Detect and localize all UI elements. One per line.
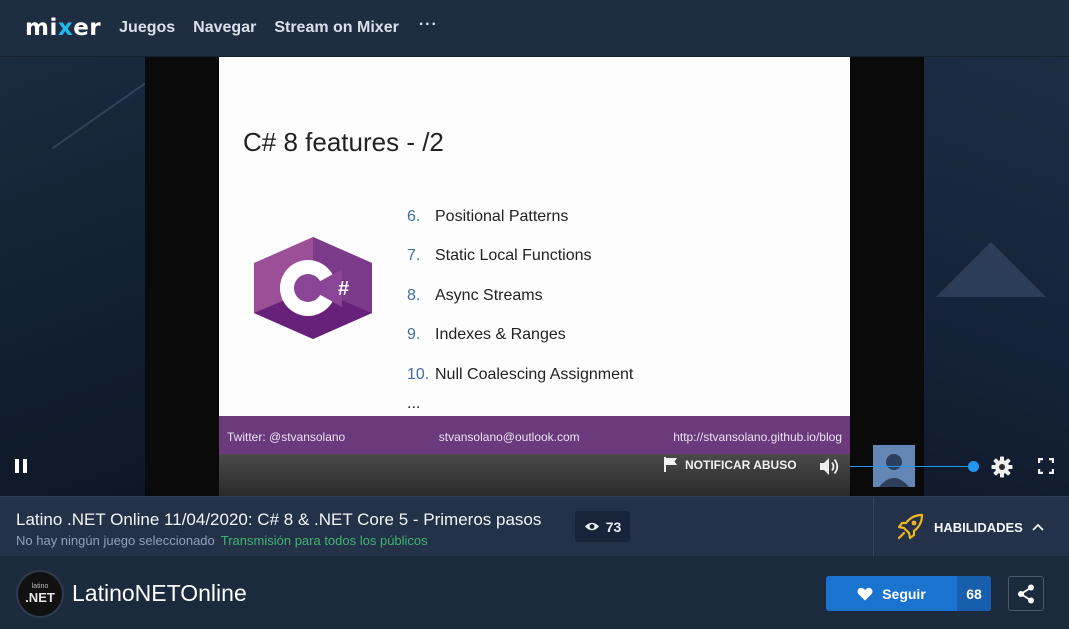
- nav-link-games[interactable]: Juegos: [119, 19, 175, 37]
- skills-label: HABILIDADES: [934, 519, 1023, 535]
- volume-slider-knob[interactable]: [968, 461, 979, 472]
- pause-icon[interactable]: [14, 459, 30, 473]
- gear-icon[interactable]: [991, 456, 1013, 478]
- feature-text: Static Local Functions: [435, 247, 592, 265]
- feature-item: 6. Positional Patterns: [407, 197, 633, 237]
- top-nav: mi x er Juegos Navegar Stream on Mixer ···: [0, 0, 1069, 57]
- feature-text: Indexes & Ranges: [435, 326, 566, 344]
- mixer-page: mi x er Juegos Navegar Stream on Mixer ···…: [0, 0, 1069, 629]
- feature-item: 10. Null Coalescing Assignment: [407, 355, 633, 395]
- video-player[interactable]: C# 8 features - /2 # 6. Positional Patter…: [0, 57, 1069, 496]
- stream-info-bar: Latino .NET Online 11/04/2020: C# 8 & .N…: [0, 496, 1069, 557]
- background-left: [0, 57, 168, 496]
- share-icon: [1018, 584, 1034, 603]
- viewer-count-badge: 73: [575, 511, 630, 542]
- feature-list: 6. Positional Patterns 7. Static Local Fun…: [407, 197, 633, 412]
- stream-subline: No hay ningún juego seleccionado Transmis…: [16, 533, 428, 548]
- slide-email: stvansolano@outlook.com: [438, 430, 580, 444]
- feature-text: Positional Patterns: [435, 207, 569, 225]
- logo-text-right: er: [73, 15, 102, 41]
- feature-number: 10.: [407, 365, 430, 383]
- channel-avatar[interactable]: latino .NET: [16, 570, 64, 618]
- follow-main[interactable]: Seguir: [826, 576, 957, 611]
- feature-number: 9.: [407, 326, 421, 344]
- mixer-logo[interactable]: mi x er: [25, 15, 101, 41]
- viewer-count: 73: [605, 518, 622, 535]
- volume-slider-track[interactable]: [850, 466, 970, 467]
- audience-label: Transmisión para todos los públicos: [220, 533, 428, 548]
- background-shape: [936, 242, 1046, 297]
- feature-ellipsis: ...: [407, 395, 421, 412]
- feature-item: 7. Static Local Functions: [407, 237, 633, 277]
- nav-link-stream[interactable]: Stream on Mixer: [274, 19, 398, 37]
- channel-name[interactable]: LatinoNETOnline: [72, 580, 247, 607]
- follow-button[interactable]: Seguir 68: [826, 576, 991, 611]
- follow-label: Seguir: [882, 585, 926, 602]
- report-abuse-button[interactable]: NOTIFICAR ABUSO: [663, 457, 797, 472]
- slide-footer: Twitter: @stvansolano stvansolano@outloo…: [219, 416, 850, 454]
- slide-title: C# 8 features - /2: [243, 127, 444, 157]
- feature-text: Null Coalescing Assignment: [435, 365, 634, 383]
- feature-item: 9. Indexes & Ranges: [407, 316, 633, 356]
- feature-item: 8. Async Streams: [407, 276, 633, 316]
- rocket-icon: [897, 513, 924, 540]
- report-abuse-label: NOTIFICAR ABUSO: [685, 457, 797, 472]
- feature-text: Async Streams: [435, 286, 543, 304]
- skills-button[interactable]: HABILIDADES: [873, 497, 1069, 557]
- chevron-up-icon: [1032, 523, 1044, 531]
- flag-icon: [664, 457, 677, 472]
- logo-text-left: mi: [25, 15, 58, 41]
- share-button[interactable]: [1008, 576, 1044, 611]
- slide-blog: http://stvansolano.github.io/blog: [673, 430, 842, 444]
- background-right: [924, 57, 1069, 496]
- follower-count: 68: [957, 576, 991, 611]
- avatar-caption: latino: [31, 583, 49, 590]
- presentation-slide: C# 8 features - /2 # 6. Positional Patter…: [219, 57, 850, 454]
- csharp-logo-icon: #: [254, 237, 372, 339]
- nav-link-browse[interactable]: Navegar: [193, 19, 256, 37]
- svg-text:#: #: [338, 278, 349, 300]
- avatar-text: .NET: [25, 590, 55, 605]
- feature-number: 6.: [407, 207, 421, 225]
- volume-icon[interactable]: [819, 457, 841, 476]
- game-label: No hay ningún juego seleccionado: [16, 533, 215, 548]
- more-menu-icon[interactable]: ···: [419, 16, 438, 34]
- slide-twitter: Twitter: @stvansolano: [227, 430, 346, 444]
- eye-icon: [584, 522, 599, 531]
- stream-title: Latino .NET Online 11/04/2020: C# 8 & .N…: [16, 510, 542, 529]
- channel-bar: latino .NET LatinoNETOnline Seguir 68: [0, 556, 1069, 629]
- logo-text-x: x: [57, 15, 74, 41]
- feature-number: 8.: [407, 286, 421, 304]
- feature-number: 7.: [407, 247, 421, 265]
- heart-icon: [857, 587, 873, 600]
- fullscreen-icon[interactable]: [1038, 458, 1054, 474]
